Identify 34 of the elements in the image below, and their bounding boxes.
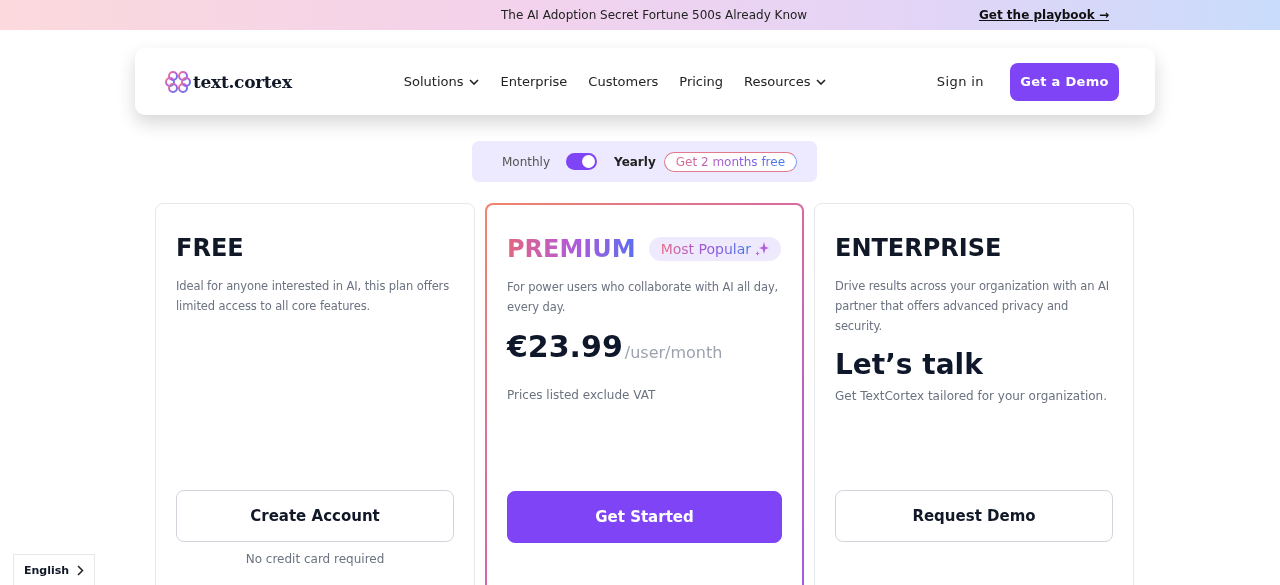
- banner-text: The AI Adoption Secret Fortune 500s Already Know: [501, 8, 808, 22]
- badge-text: Most Popular: [660, 241, 752, 257]
- chevron-down-icon: [816, 78, 827, 85]
- plan-description: Drive results across your organization with an AI partner that offers advanced privacy and security.: [835, 278, 1111, 335]
- brand-name[interactable]: text.cortex: [193, 71, 292, 92]
- chevron-down-icon: [469, 78, 480, 85]
- yearly-label: Yearly: [614, 154, 656, 169]
- plan-description: Ideal for anyone interested in AI, this plan offers limited access to all core features.: [176, 278, 451, 315]
- plan-name: FREE: [176, 234, 244, 262]
- plan-name: ENTERPRISE: [835, 234, 1002, 262]
- price-period: /user/month: [624, 343, 723, 362]
- price-amount: €23.99: [507, 329, 623, 364]
- language-selector[interactable]: English: [13, 554, 95, 585]
- nav-link[interactable]: Pricing: [679, 74, 724, 89]
- monthly-label: Monthly: [502, 154, 551, 169]
- plan-button[interactable]: Create Account: [176, 490, 454, 542]
- plan-button[interactable]: Request Demo: [835, 490, 1113, 542]
- nav-link[interactable]: Enterprise: [500, 74, 568, 89]
- plan-description: For power users who collaborate with AI all day, every day.: [507, 279, 780, 316]
- nav-link[interactable]: Resources: [744, 74, 827, 89]
- offer-badge: Get 2 months free: [663, 151, 798, 172]
- sign-in-link[interactable]: Sign in: [936, 74, 984, 89]
- playbook-link[interactable]: Get the playbook →: [978, 8, 1109, 22]
- price-note: Get TextCortex tailored for your organization.: [835, 389, 1108, 403]
- plan-button[interactable]: Get Started: [507, 491, 782, 543]
- chevron-right-icon: [77, 564, 84, 576]
- nav-link[interactable]: Customers: [588, 74, 659, 89]
- sparkle-icon: [755, 242, 770, 256]
- price-text: Let’s talk: [835, 348, 984, 381]
- billing-switch[interactable]: [566, 153, 598, 170]
- price-note: Prices listed exclude VAT: [507, 388, 657, 402]
- nav-link[interactable]: Solutions: [403, 74, 480, 89]
- plan-footnote: No credit card required: [244, 552, 386, 566]
- get-demo-button[interactable]: Get a Demo: [1010, 62, 1119, 101]
